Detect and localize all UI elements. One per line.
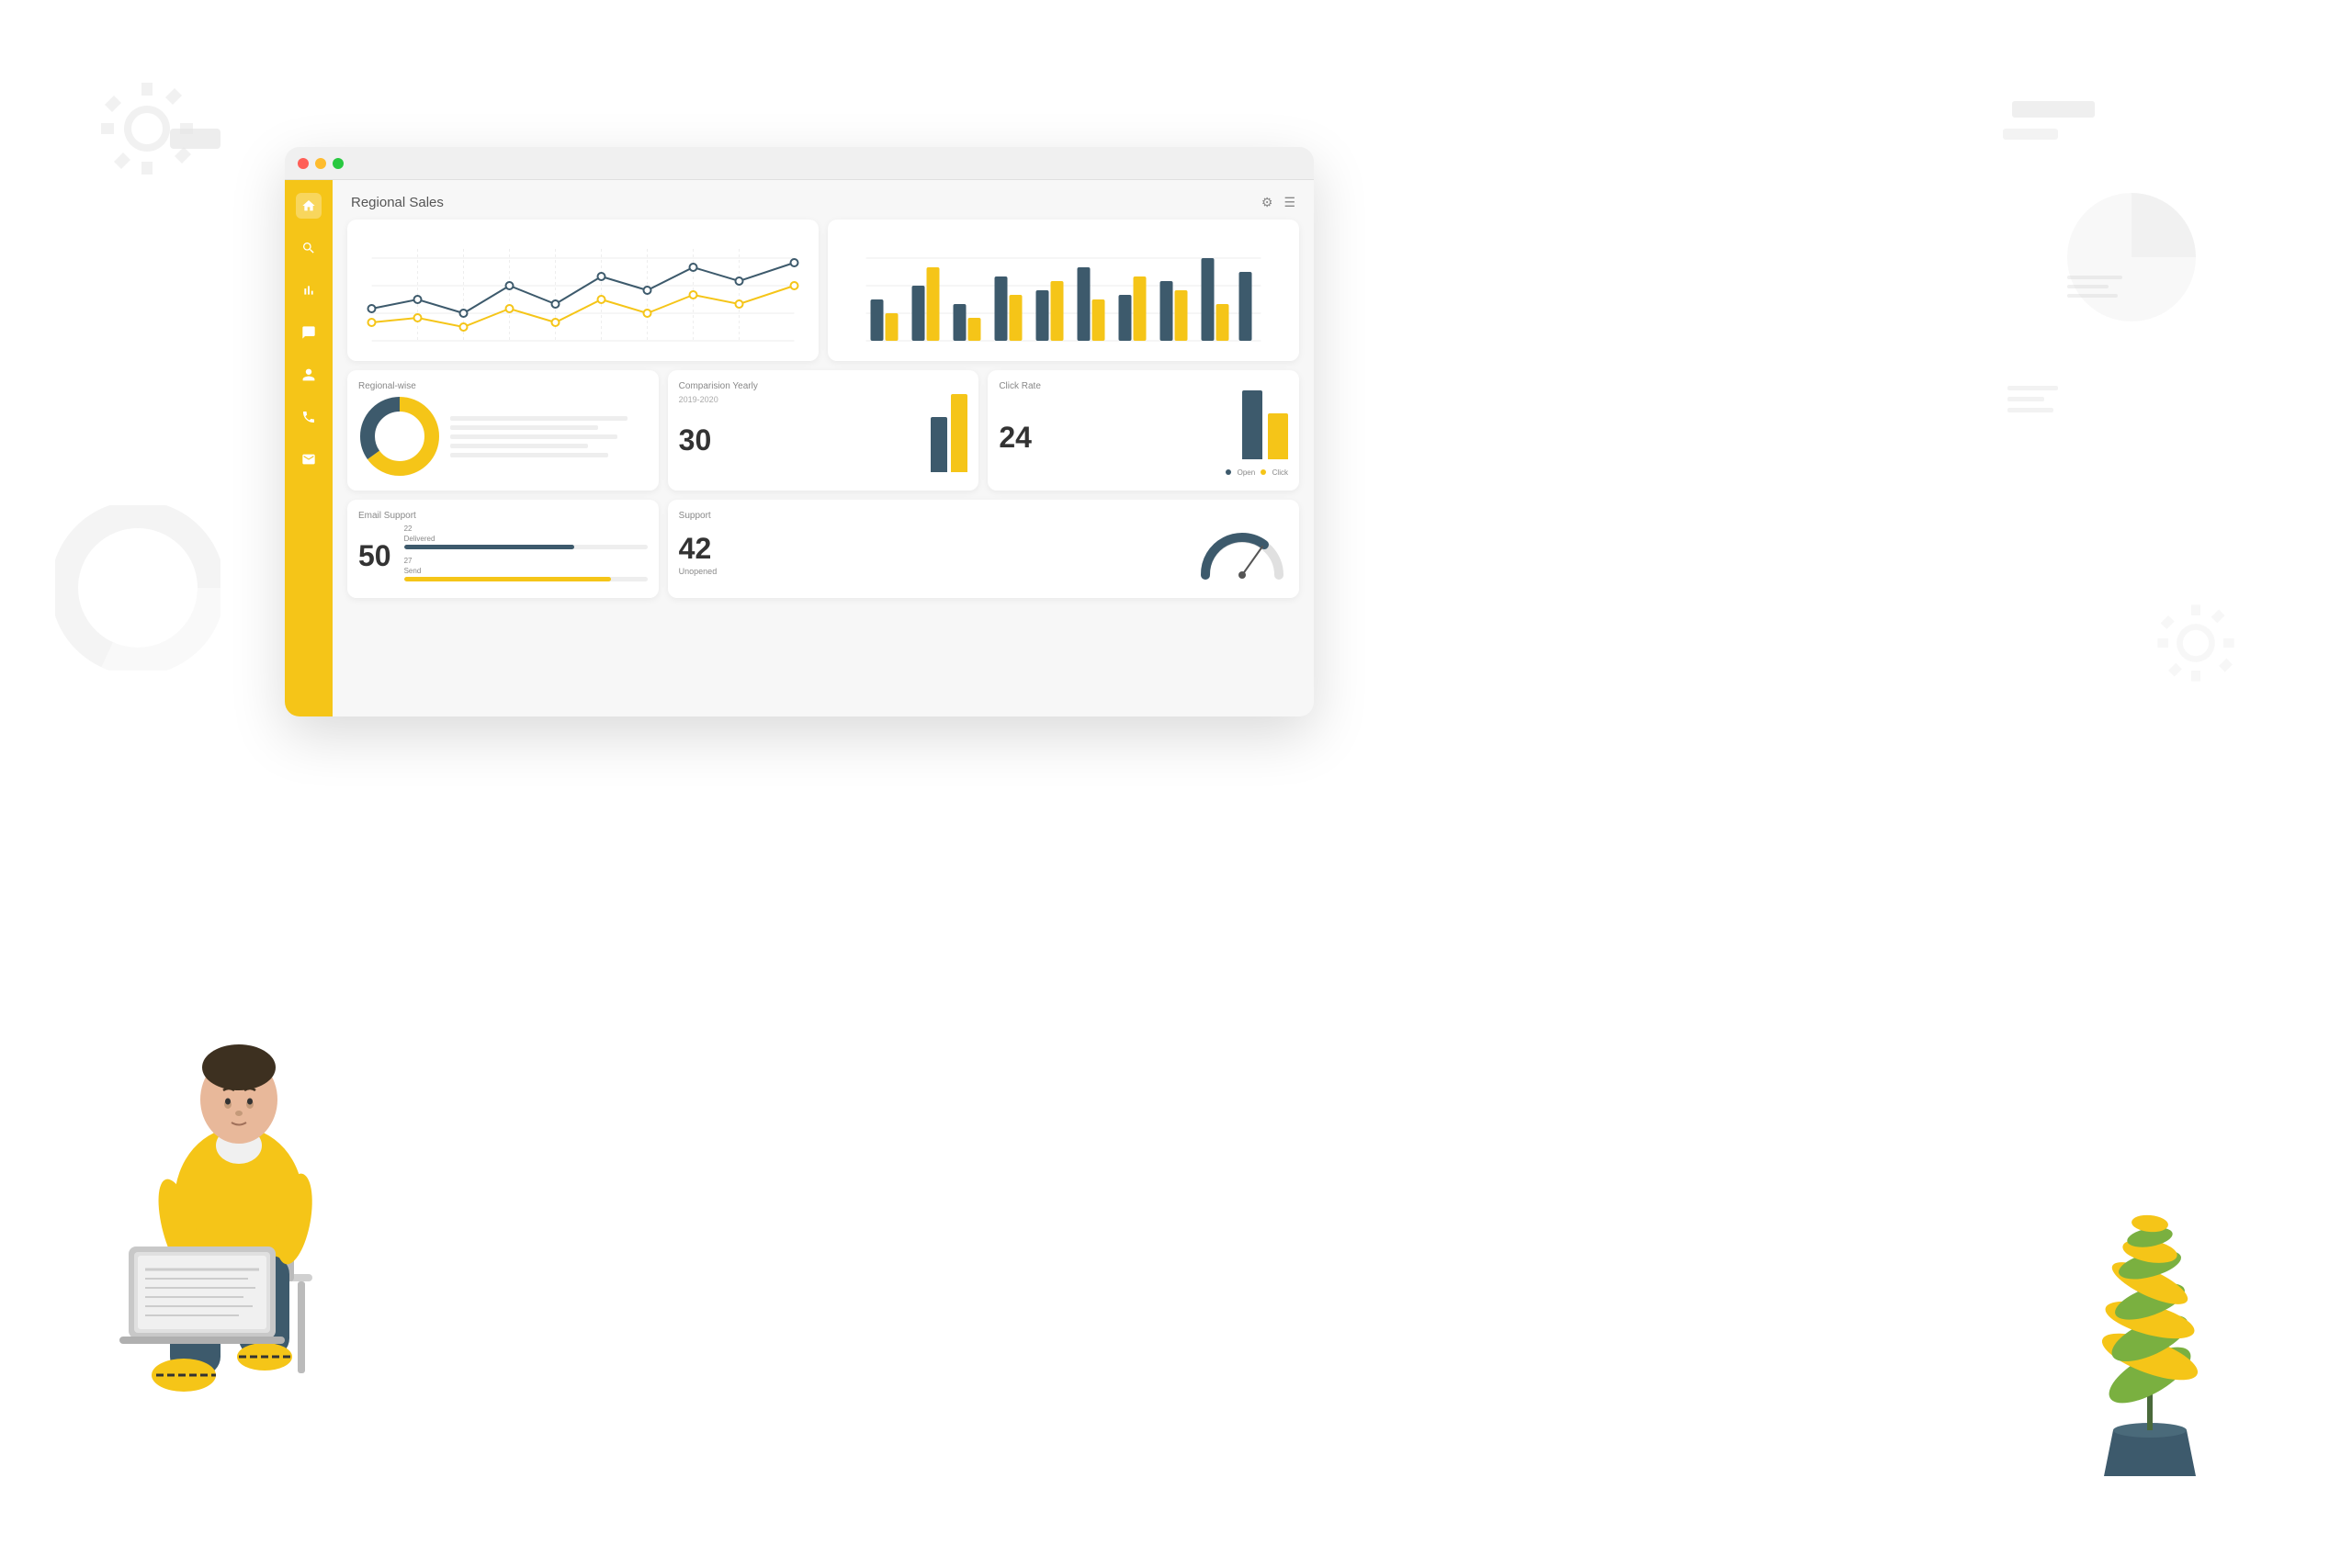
line-chart-svg xyxy=(358,231,808,350)
sidebar-item-search[interactable] xyxy=(296,235,322,261)
click-legend: Open Click xyxy=(1226,463,1288,479)
top-right-pie-icon xyxy=(2058,184,2205,331)
window-dot-red[interactable] xyxy=(298,158,309,169)
right-mid-gear-icon xyxy=(2150,597,2242,689)
support-title: Support xyxy=(679,511,1288,521)
comparison-value: 30 xyxy=(679,425,712,455)
menu-icon[interactable]: ☰ xyxy=(1283,195,1295,210)
donut-chart-svg xyxy=(358,395,441,478)
sidebar-item-home[interactable] xyxy=(296,193,322,219)
dashboard-window: Regional Sales ⚙ ☰ xyxy=(285,147,1314,716)
charts-bottom-row: Regional-wise xyxy=(347,370,1299,491)
top-right-rect-2 xyxy=(2003,129,2058,140)
main-content: Regional Sales ⚙ ☰ xyxy=(333,180,1314,716)
settings-icon[interactable]: ⚙ xyxy=(1261,195,1273,210)
send-track xyxy=(404,577,648,581)
click-rate-card: Click Rate 24 Open xyxy=(988,370,1299,491)
support-sublabel: Unopened xyxy=(679,567,718,576)
sidebar xyxy=(285,180,333,716)
delivered-count: 22 xyxy=(404,525,413,533)
sidebar-item-profile[interactable] xyxy=(296,362,322,388)
delivered-track xyxy=(404,545,648,549)
sidebar-item-analytics[interactable] xyxy=(296,277,322,303)
content-header: Regional Sales ⚙ ☰ xyxy=(347,195,1299,210)
send-progress: 27 Send xyxy=(404,557,648,581)
charts-top-row xyxy=(347,220,1299,361)
bar-chart-container xyxy=(839,231,1288,350)
comparison-inner: 30 xyxy=(679,408,968,472)
window-titlebar xyxy=(285,147,1314,180)
regional-content xyxy=(358,395,648,478)
comparison-bars xyxy=(931,408,967,472)
right-deco-lines xyxy=(2007,386,2058,412)
charts-third-row: Email Support 50 22 Delivered xyxy=(347,500,1299,598)
send-fill xyxy=(404,577,611,581)
click-rate-value: 24 xyxy=(999,423,1032,452)
top-right-rect-1 xyxy=(2012,101,2095,118)
click-rate-chart: Open Click xyxy=(1226,395,1288,479)
email-support-bars: 22 Delivered 27 xyxy=(391,525,648,587)
regional-title: Regional-wise xyxy=(358,381,648,391)
regional-card: Regional-wise xyxy=(347,370,659,491)
email-support-card: Email Support 50 22 Delivered xyxy=(347,500,659,598)
support-left: 42 Unopened xyxy=(679,534,718,576)
click-legend-item: Click xyxy=(1261,463,1288,479)
line-chart-card xyxy=(347,220,819,361)
gauge-svg xyxy=(1196,525,1288,584)
plant-illustration xyxy=(2058,1173,2242,1495)
header-icons: ⚙ ☰ xyxy=(1261,195,1295,210)
sidebar-item-chat[interactable] xyxy=(296,320,322,345)
window-body: Regional Sales ⚙ ☰ xyxy=(285,180,1314,716)
float-lines xyxy=(2067,276,2122,298)
person-illustration xyxy=(37,888,478,1458)
regional-legend xyxy=(450,416,648,457)
window-dot-green[interactable] xyxy=(333,158,344,169)
page-title: Regional Sales xyxy=(351,195,444,210)
support-inner: 42 Unopened xyxy=(679,525,1288,584)
sidebar-item-phone[interactable] xyxy=(296,404,322,430)
email-support-inner: 50 22 Delivered xyxy=(358,525,648,587)
window-dot-yellow[interactable] xyxy=(315,158,326,169)
comparison-subtitle: 2019-2020 xyxy=(679,395,968,404)
comparison-title: Comparision Yearly xyxy=(679,381,968,391)
support-gauge xyxy=(717,525,1288,584)
delivered-label: Delivered xyxy=(404,535,648,543)
send-label: Send xyxy=(404,567,648,575)
sidebar-item-mail[interactable] xyxy=(296,446,322,472)
click-rate-inner: 24 Open xyxy=(999,395,1288,479)
click-bars xyxy=(1242,395,1288,459)
comparison-card: Comparision Yearly 2019-2020 30 xyxy=(668,370,979,491)
bar-chart-svg xyxy=(839,240,1288,350)
support-value: 42 xyxy=(679,534,718,563)
float-rect-1 xyxy=(170,129,220,149)
email-support-title: Email Support xyxy=(358,511,648,521)
send-count: 27 xyxy=(404,557,413,565)
delivered-fill xyxy=(404,545,575,549)
bottom-left-pie-icon xyxy=(55,505,220,671)
bar-chart-card xyxy=(828,220,1299,361)
top-left-gear-icon xyxy=(92,73,202,184)
open-legend-item: Open xyxy=(1226,463,1255,479)
delivered-progress: 22 Delivered xyxy=(404,525,648,549)
line-chart-container xyxy=(358,231,808,350)
support-card: Support 42 Unopened xyxy=(668,500,1299,598)
email-support-value: 50 xyxy=(358,541,391,570)
